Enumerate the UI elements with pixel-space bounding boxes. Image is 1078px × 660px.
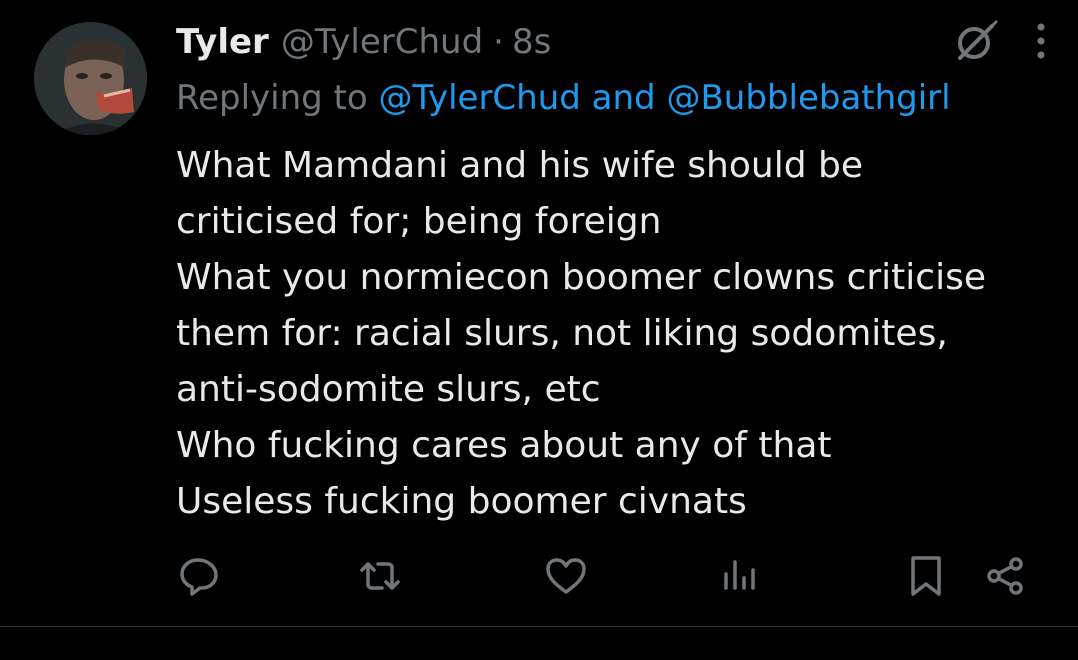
retweet-button[interactable]: [356, 552, 404, 600]
like-icon: [546, 558, 586, 594]
bookmark-button[interactable]: [902, 552, 950, 600]
reply-mention-link[interactable]: @TylerChud: [379, 78, 581, 118]
replying-to-line: Replying to @TylerChud and @Bubblebathgi…: [176, 78, 951, 118]
author-handle[interactable]: @TylerChud: [281, 22, 483, 62]
author-name[interactable]: Tyler: [176, 22, 269, 62]
tweet-text-line: anti-sodomite slurs, etc: [176, 369, 601, 410]
timestamp[interactable]: 8s: [512, 22, 551, 62]
views-icon: [724, 560, 755, 590]
tweet-text: What Mamdani and his wife should be crit…: [176, 138, 1056, 530]
share-button[interactable]: [982, 552, 1030, 600]
reply-button[interactable]: [176, 552, 224, 600]
avatar[interactable]: [34, 22, 147, 135]
more-options-icon[interactable]: [1034, 19, 1048, 67]
tweet-text-line: What Mamdani and his wife should be: [176, 145, 864, 186]
reply-mention-link[interactable]: @Bubblebathgirl: [666, 78, 950, 118]
tweet-actions: [176, 552, 1032, 600]
grok-icon[interactable]: [950, 16, 1000, 70]
tweet-header: Tyler @TylerChud · 8s: [176, 18, 551, 66]
tweet-text-line: Useless fucking boomer civnats: [176, 481, 747, 522]
retweet-icon: [360, 562, 400, 590]
reply-icon: [180, 558, 218, 596]
tweet-text-line: them for: racial slurs, not liking sodom…: [176, 313, 948, 354]
tweet-text-line: Who fucking cares about any of that: [176, 425, 832, 466]
tweet-divider: [0, 626, 1078, 627]
tweet-text-line: What you normiecon boomer clowns critici…: [176, 257, 986, 298]
replying-prefix: Replying to: [176, 78, 379, 118]
tweet-top-icons: [950, 16, 1048, 70]
views-button[interactable]: [716, 552, 764, 600]
separator-dot: ·: [493, 22, 504, 62]
like-button[interactable]: [542, 552, 590, 600]
tweet[interactable]: Tyler @TylerChud · 8s Replying to @Tyler…: [0, 0, 1078, 626]
avatar-photo: [34, 22, 147, 135]
tweet-text-line: criticised for; being foreign: [176, 201, 662, 242]
share-icon: [987, 557, 1023, 595]
bookmark-icon: [911, 556, 941, 596]
replying-joiner[interactable]: and: [581, 78, 667, 118]
